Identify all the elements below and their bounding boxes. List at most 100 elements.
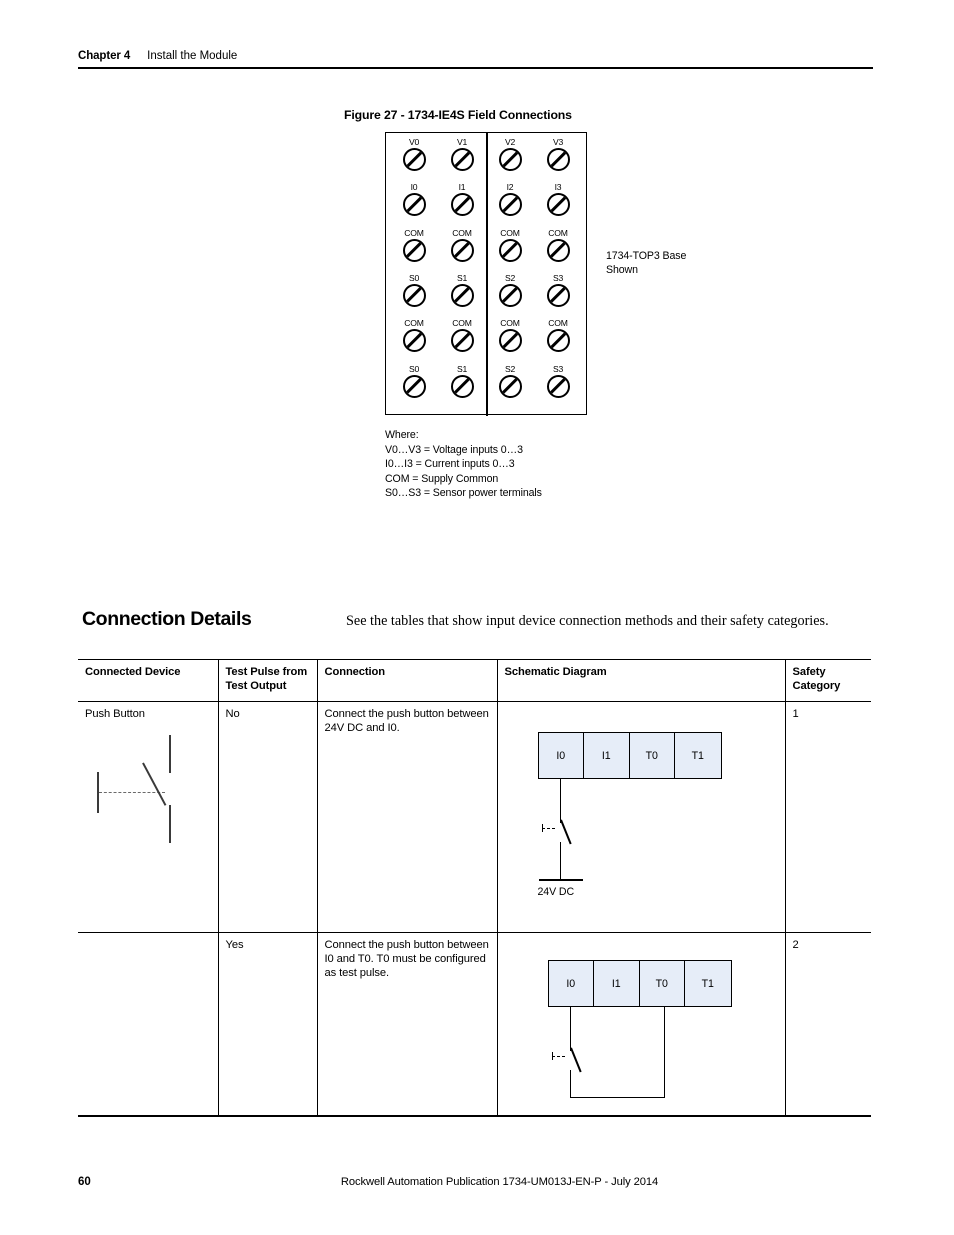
column-header-connection: Connection [316, 659, 498, 702]
terminal-label: COM [452, 227, 472, 238]
screw-terminal-icon [450, 193, 474, 217]
where-line: V0…V3 = Voltage inputs 0…3 [385, 443, 523, 456]
terminal-label: I3 [554, 182, 562, 193]
pb-bottom-contact [169, 805, 171, 843]
schematic-terminal-t1: T1 [675, 733, 721, 778]
switch-actuator-dash [551, 1056, 565, 1057]
schematic-diagram-row1: I0 I1 T0 T1 24V DC [537, 732, 808, 927]
figure-27: Figure 27 - 1734-IE4S Field Connections … [344, 108, 764, 499]
terminal-com-r2c2: COM [486, 228, 534, 274]
terminal-v2-r0c2: V2 [486, 138, 534, 183]
terminal-i1-r1c1: I1 [438, 183, 486, 228]
screw-terminal-icon [498, 148, 522, 171]
section-intro: See the tables that show input device co… [346, 613, 829, 629]
schematic-terminal-strip: I0 I1 T0 T1 [537, 732, 722, 779]
screw-terminal-icon [450, 374, 474, 398]
screw-terminal-icon [546, 329, 570, 353]
screw-terminal-icon [498, 283, 522, 307]
screw-terminal-icon [450, 148, 474, 171]
where-line: COM = Supply Common [385, 472, 499, 485]
switch-actuator-tick [551, 1052, 553, 1060]
screw-terminal-icon [450, 238, 474, 262]
column-header-safety-category: Safety Category [784, 659, 871, 702]
column-header-schematic-diagram: Schematic Diagram [496, 659, 786, 702]
terminal-s1-r5c1: S1 [438, 363, 486, 410]
cell-connected-device: Push Button [78, 701, 219, 933]
terminal-com-r2c0: COM [390, 228, 438, 274]
base-note: 1734-TOP3 Base Shown [606, 250, 687, 276]
cell-test-pulse: No [217, 701, 318, 933]
terminal-label: I0 [410, 182, 418, 193]
screw-terminal-icon [546, 374, 570, 398]
table-header-row: Connected Device Test Pulse from Test Out… [78, 659, 871, 702]
connection-details-table: Connected Device Test Pulse from Test Out… [78, 659, 871, 1117]
terminal-com-r2c1: COM [438, 227, 486, 274]
terminal-label: V2 [504, 137, 516, 147]
terminal-label: S3 [552, 363, 564, 374]
terminal-label: COM [452, 318, 472, 329]
cell-schematic: I0 I1 T0 T1 24V DC [496, 701, 786, 933]
screw-terminal-icon [450, 283, 474, 307]
terminal-label: COM [404, 318, 424, 329]
cell-test-pulse: Yes [217, 932, 318, 1117]
screw-terminal-icon [546, 238, 570, 262]
cell-connected-device [78, 932, 219, 1117]
wire-switch-to-rail [559, 842, 561, 880]
switch-blade-icon [559, 819, 571, 845]
terminal-com-r2c3: COM [534, 228, 582, 274]
table-row: Push Button No Connect the push button b… [78, 701, 871, 933]
terminal-s3-r3c3: S3 [534, 273, 582, 319]
terminal-label: S1 [456, 363, 468, 374]
device-label: Push Button [85, 708, 145, 720]
terminal-s1-r3c1: S1 [438, 273, 486, 319]
chapter-label: Chapter 4 [78, 50, 131, 62]
terminal-label: V3 [552, 137, 564, 147]
supply-rail [538, 879, 583, 881]
screw-terminal-icon [402, 374, 426, 398]
screw-terminal-icon [402, 283, 426, 307]
screw-terminal-icon [546, 193, 570, 217]
terminal-s0-r5c0: S0 [390, 364, 438, 410]
table-row: Yes Connect the push button between I0 a… [78, 932, 871, 1117]
column-header-test-pulse: Test Pulse from Test Output [217, 659, 318, 702]
terminal-v0-r0c0: V0 [390, 138, 438, 183]
schematic-terminal-i1: I1 [584, 733, 630, 778]
terminal-s0-r3c0: S0 [390, 272, 438, 319]
screw-terminal-icon [498, 329, 522, 353]
switch-blade-icon [569, 1047, 581, 1073]
switch-actuator-dash [541, 828, 555, 829]
wire-loop-bottom [569, 1097, 665, 1099]
terminal-label: I1 [458, 182, 466, 193]
schematic-terminal-t0: T0 [629, 733, 675, 778]
terminal-i0-r1c0: I0 [390, 183, 438, 228]
where-lines: V0…V3 = Voltage inputs 0…3 I0…I3 = Curren… [385, 443, 542, 501]
wire-t0-down [663, 1006, 665, 1098]
terminal-s3-r5c3: S3 [534, 363, 582, 410]
cell-schematic: I0 I1 T0 T1 [496, 932, 786, 1117]
terminal-block-divider [486, 133, 489, 416]
terminal-com-r4c2: COM [486, 319, 534, 364]
where-legend: Where: V0…V3 = Voltage inputs 0…3 I0…I3 =… [385, 428, 542, 501]
header-row: Chapter 4 Install the Module [78, 50, 873, 67]
terminal-label: COM [548, 318, 568, 329]
schematic-diagram-row2: I0 I1 T0 T1 [547, 960, 818, 1110]
publication-info: Rockwell Automation Publication 1734-UM0… [340, 1176, 659, 1188]
terminal-label: S2 [504, 363, 516, 374]
screw-terminal-icon [402, 238, 426, 262]
rail-label: 24V DC [537, 886, 575, 898]
schematic-terminal-t0: T0 [639, 961, 685, 1006]
terminal-label: V0 [408, 137, 420, 147]
terminal-i3-r1c3: I3 [534, 183, 582, 228]
terminal-com-r4c3: COM [534, 319, 582, 364]
wire-i0-down [569, 1006, 571, 1051]
schematic-terminal-strip: I0 I1 T0 T1 [547, 960, 732, 1007]
header-divider [78, 67, 873, 69]
screw-terminal-icon [498, 238, 522, 262]
terminal-label: S0 [408, 272, 420, 283]
switch-actuator-tick [541, 824, 543, 832]
column-header-connected-device: Connected Device [78, 659, 219, 702]
screw-terminal-icon [498, 374, 522, 398]
wire-i0-down [559, 778, 561, 823]
schematic-terminal-i0: I0 [538, 733, 584, 778]
schematic-terminal-t1: T1 [685, 961, 731, 1006]
